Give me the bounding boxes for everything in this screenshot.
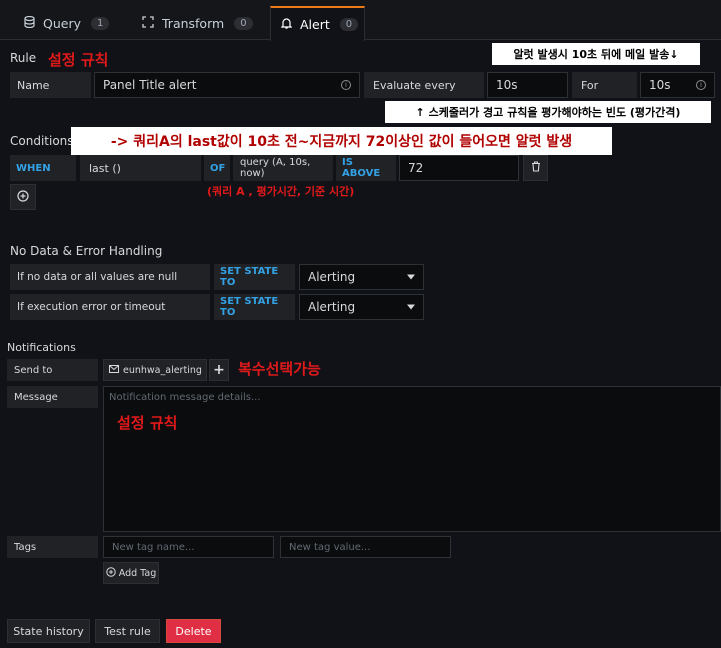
- plus-circle-icon: [106, 566, 116, 580]
- tab-count: 0: [339, 18, 359, 31]
- evaluate-value: 10s: [496, 78, 518, 92]
- message-placeholder: Notification message details...: [109, 392, 261, 403]
- test-rule-button[interactable]: Test rule: [95, 619, 160, 643]
- bell-icon: [280, 17, 293, 32]
- of-keyword: OF: [204, 155, 230, 181]
- tab-label: Query: [43, 15, 81, 31]
- evaluate-input[interactable]: 10s: [487, 72, 568, 98]
- state-history-button[interactable]: State history: [7, 619, 90, 643]
- send-note: 복수선택가능: [238, 360, 321, 378]
- query-note: (쿼리 A , 평가시간, 기준 시간): [207, 185, 355, 198]
- message-note: 설정 규칙: [117, 414, 178, 432]
- tab-query[interactable]: Query 1: [14, 6, 119, 40]
- reducer-select[interactable]: last (): [80, 155, 201, 181]
- conditions-section-title: Conditions: [10, 134, 74, 148]
- channel-name: eunhwa_alerting: [123, 364, 202, 376]
- tab-label: Transform: [162, 15, 225, 31]
- delete-condition-button[interactable]: [523, 155, 548, 181]
- query-select[interactable]: query (A, 10s, now): [233, 155, 333, 181]
- notifications-section-title: Notifications: [7, 341, 76, 354]
- delete-button[interactable]: Delete: [166, 619, 221, 643]
- for-input[interactable]: 10s i: [640, 72, 715, 98]
- envelope-icon: [109, 364, 119, 376]
- caret-down-icon: [407, 304, 415, 310]
- database-icon: [24, 15, 35, 31]
- tag-name-input[interactable]: New tag name...: [103, 536, 274, 558]
- tab-count: 1: [91, 16, 110, 30]
- send-to-label: Send to: [7, 359, 98, 381]
- channel-chip[interactable]: eunhwa_alerting ✕: [103, 359, 216, 381]
- evaluator-select[interactable]: IS ABOVE: [336, 155, 396, 181]
- rule-bottom-note: ↑ 스케줄러가 경고 규칙을 평가해야하는 빈도 (평가간격): [385, 101, 711, 123]
- add-tag-label: Add Tag: [118, 567, 157, 579]
- add-condition-button[interactable]: [10, 184, 36, 210]
- name-value: Panel Title alert: [103, 78, 197, 92]
- tab-label: Alert: [300, 17, 330, 32]
- tag-name-placeholder: New tag name...: [112, 541, 195, 553]
- set-state-keyword: SET STATE TO: [214, 294, 295, 320]
- message-label: Message: [7, 386, 98, 408]
- transform-icon: [142, 15, 154, 31]
- tag-value-placeholder: New tag value...: [289, 541, 371, 553]
- threshold-input[interactable]: 72: [399, 155, 519, 181]
- trash-icon: [531, 161, 541, 175]
- add-tag-button[interactable]: Add Tag: [103, 562, 159, 584]
- error-state-select[interactable]: Alerting: [299, 294, 424, 320]
- plus-circle-icon: [17, 189, 29, 205]
- set-state-keyword: SET STATE TO: [214, 264, 295, 290]
- for-label: For: [572, 72, 637, 98]
- caret-down-icon: [407, 274, 415, 280]
- rule-top-note: 알럿 발생시 10초 뒤에 메일 발송↓: [492, 43, 700, 65]
- nodata-label: If no data or all values are null: [10, 264, 210, 290]
- info-icon: i: [696, 80, 706, 90]
- for-value: 10s: [649, 78, 671, 92]
- rule-annotation: 설정 규칙: [48, 51, 109, 69]
- tags-label: Tags: [7, 536, 98, 558]
- name-input[interactable]: Panel Title alert i: [94, 72, 360, 98]
- tag-value-input[interactable]: New tag value...: [280, 536, 451, 558]
- message-textarea[interactable]: Notification message details...: [103, 386, 721, 532]
- evaluate-label: Evaluate every: [364, 72, 484, 98]
- tab-alert[interactable]: Alert 0: [270, 6, 365, 41]
- nodata-state-value: Alerting: [308, 270, 356, 284]
- when-keyword: WHEN: [10, 155, 76, 181]
- error-state-value: Alerting: [308, 300, 356, 314]
- info-icon: i: [341, 80, 351, 90]
- add-channel-button[interactable]: +: [209, 359, 229, 381]
- rule-section-title: Rule: [10, 51, 37, 65]
- nodata-state-select[interactable]: Alerting: [299, 264, 424, 290]
- threshold-value: 72: [408, 161, 424, 175]
- name-label: Name: [10, 72, 91, 98]
- error-label: If execution error or timeout: [10, 294, 210, 320]
- tab-transform[interactable]: Transform 0: [132, 6, 263, 40]
- nodata-section-title: No Data & Error Handling: [10, 244, 163, 258]
- conditions-annotation: -> 쿼리A의 last값이 10초 전~지금까지 72이상인 값이 들어오면 …: [71, 127, 612, 155]
- tab-count: 0: [234, 16, 253, 30]
